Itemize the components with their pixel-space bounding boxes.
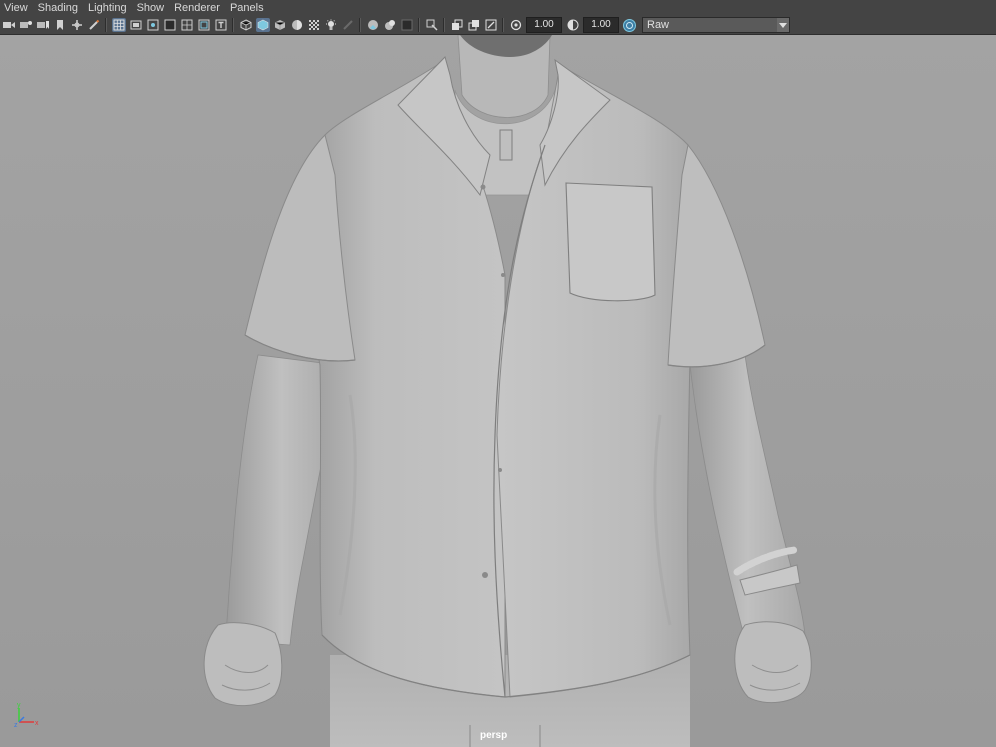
xray-icon[interactable] [450,18,464,32]
exposure-icon[interactable] [509,18,523,32]
menu-shading[interactable]: Shading [33,0,83,16]
menu-renderer[interactable]: Renderer [169,0,225,16]
default-material-icon[interactable] [273,18,287,32]
screen-space-ao-icon[interactable] [341,18,355,32]
field-chart-icon[interactable] [180,18,194,32]
svg-text:y: y [17,702,21,709]
xray-joints-icon[interactable] [467,18,481,32]
menu-lighting[interactable]: Lighting [83,0,132,16]
menu-view[interactable]: View [0,0,33,16]
chevron-down-icon [777,18,789,32]
resolution-gate-icon[interactable] [146,18,160,32]
svg-text:z: z [14,722,18,728]
toolbar-separator [418,18,420,32]
view-transform-dropdown[interactable]: Raw [642,17,790,33]
smooth-shade-icon[interactable] [255,18,270,32]
motion-blur-icon[interactable] [366,18,380,32]
shadows-icon[interactable] [324,18,338,32]
bookmark-icon[interactable] [36,18,50,32]
toolbar-separator [443,18,445,32]
menu-show[interactable]: Show [132,0,170,16]
gamma-icon[interactable] [566,18,580,32]
toolbar-separator [105,18,107,32]
use-all-lights-icon[interactable] [307,18,321,32]
toolbar-separator [232,18,234,32]
shirt-pocket [565,182,656,302]
depth-of-field-icon[interactable] [400,18,414,32]
menu-panels[interactable]: Panels [225,0,269,16]
safe-action-icon[interactable] [197,18,211,32]
camera-attributes-icon[interactable] [19,18,33,32]
viewport-toolbar: 1.00 1.00 Raw [0,16,996,35]
image-plane-icon[interactable] [53,18,67,32]
grease-pencil-icon[interactable] [87,18,101,32]
left-fist [203,622,283,707]
toolbar-separator [502,18,504,32]
grid-icon[interactable] [111,18,126,32]
viewport-menubar: View Shading Lighting Show Renderer Pane… [0,0,996,16]
camera-label: persp [480,730,508,741]
camera-icon[interactable] [2,18,16,32]
xray-active-icon[interactable] [484,18,498,32]
safe-title-icon[interactable] [214,18,228,32]
svg-text:x: x [35,720,39,727]
anti-aliasing-icon[interactable] [383,18,397,32]
2d-pan-zoom-icon[interactable] [70,18,84,32]
3d-viewport[interactable]: x y z [0,35,996,747]
axis-gizmo: x y z [14,702,39,728]
toolbar-separator [359,18,361,32]
isolate-select-icon[interactable] [425,18,439,32]
wireframe-icon[interactable] [239,18,253,32]
view-transform-value: Raw [647,19,670,31]
exposure-field[interactable]: 1.00 [526,17,562,33]
color-management-icon[interactable] [623,18,637,32]
gate-mask-icon[interactable] [163,18,177,32]
character-model [0,35,996,747]
film-gate-icon[interactable] [129,18,143,32]
textured-icon[interactable] [290,18,304,32]
gamma-field[interactable]: 1.00 [583,17,619,33]
